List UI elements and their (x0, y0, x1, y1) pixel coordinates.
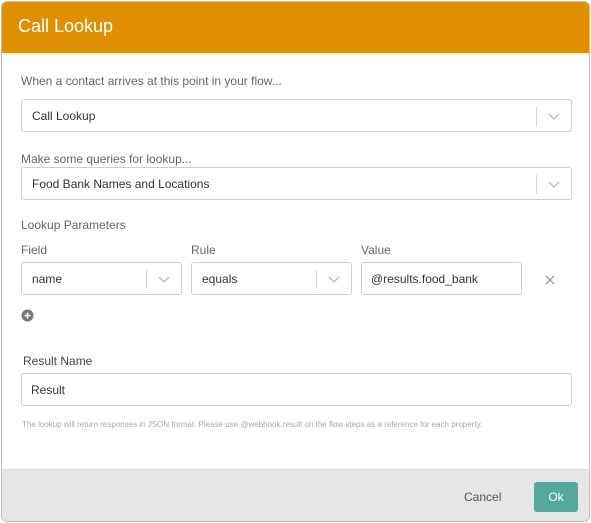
query-label: Make some queries for lookup... (21, 152, 192, 166)
dialog-title: Call Lookup (18, 16, 114, 36)
rule-select[interactable]: equals (191, 262, 352, 295)
chevron-down-icon (548, 181, 560, 188)
action-select-value: Call Lookup (32, 109, 96, 123)
rule-select-value: equals (202, 272, 238, 286)
query-select-value: Food Bank Names and Locations (32, 177, 210, 191)
select-separator (536, 107, 537, 126)
lookup-parameters-label: Lookup Parameters (21, 218, 126, 232)
select-separator (316, 270, 317, 289)
close-icon[interactable] (544, 274, 556, 286)
value-column-header: Value (361, 243, 391, 257)
rule-column-header: Rule (191, 243, 216, 257)
action-select[interactable]: Call Lookup (21, 99, 572, 132)
chevron-down-icon (328, 276, 340, 283)
select-separator (146, 270, 147, 289)
field-column-header: Field (21, 243, 48, 257)
dialog-footer: Cancel Ok (2, 469, 589, 521)
result-name-label: Result Name (23, 354, 93, 368)
value-input[interactable] (361, 262, 522, 295)
plus-circle-icon[interactable] (21, 309, 34, 322)
query-select[interactable]: Food Bank Names and Locations (21, 167, 572, 200)
action-label: When a contact arrives at this point in … (21, 74, 282, 88)
select-separator (536, 175, 537, 194)
cancel-button[interactable]: Cancel (464, 490, 501, 504)
chevron-down-icon (158, 276, 170, 283)
dialog-header: Call Lookup (2, 2, 589, 53)
chevron-down-icon (548, 113, 560, 120)
result-name-input[interactable] (21, 373, 572, 406)
call-lookup-dialog: Call Lookup When a contact arrives at th… (1, 1, 590, 522)
field-select[interactable]: name (21, 262, 182, 295)
hint-text: The lookup will return responses in JSON… (22, 420, 483, 429)
ok-button[interactable]: Ok (534, 482, 578, 512)
field-select-value: name (32, 272, 63, 286)
